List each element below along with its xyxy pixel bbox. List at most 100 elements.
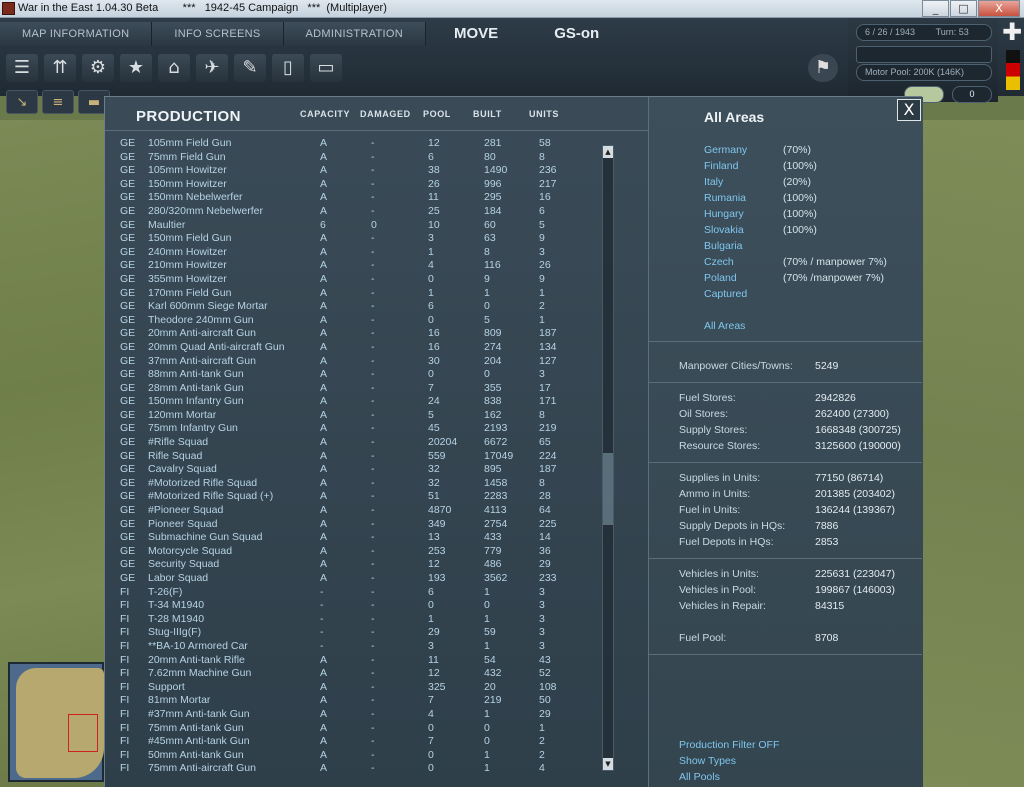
area-item[interactable]: Italy (20%) [704, 176, 914, 192]
production-row[interactable]: GE Rifle Squad A - 559 17049 224 [105, 450, 601, 464]
scroll-up-arrow[interactable]: ▲ [603, 146, 613, 158]
production-filter-toggle[interactable]: Production Filter OFF [679, 739, 779, 751]
production-row[interactable]: GE 20mm Anti-aircraft Gun A - 16 809 187 [105, 327, 601, 341]
hq-icon[interactable]: ⌂ [158, 54, 190, 82]
production-row[interactable]: GE 105mm Howitzer A - 38 1490 236 [105, 164, 601, 178]
tab-map-information[interactable]: MAP INFORMATION [0, 22, 153, 46]
production-row[interactable]: FI Support A - 325 20 108 [105, 681, 601, 695]
production-row[interactable]: GE Pioneer Squad A - 349 2754 225 [105, 518, 601, 532]
production-row[interactable]: GE 150mm Infantry Gun A - 24 838 171 [105, 395, 601, 409]
production-row[interactable]: GE #Rifle Squad A - 20204 6672 65 [105, 436, 601, 450]
area-item[interactable]: Hungary (100%) [704, 208, 914, 224]
production-row[interactable]: FI 20mm Anti-tank Rifle A - 11 54 43 [105, 654, 601, 668]
production-row[interactable]: FI **BA-10 Armored Car - - 3 1 3 [105, 640, 601, 654]
tab-info-screens[interactable]: INFO SCREENS [152, 22, 284, 46]
notes-icon[interactable]: ▭ [310, 54, 342, 82]
list-icon[interactable]: ☰ [6, 54, 38, 82]
area-name[interactable]: Slovakia [704, 224, 744, 236]
rail-icon[interactable]: ✎ [234, 54, 266, 82]
production-row[interactable]: GE 150mm Nebelwerfer A - 11 295 16 [105, 191, 601, 205]
area-name[interactable]: Finland [704, 160, 738, 172]
production-row[interactable]: GE 105mm Field Gun A - 12 281 58 [105, 137, 601, 151]
area-name[interactable]: Hungary [704, 208, 744, 220]
arrows-icon[interactable]: ⇈ [44, 54, 76, 82]
minimap-viewport[interactable] [68, 714, 98, 752]
infantry-icon[interactable]: ↘ [6, 90, 38, 114]
production-scrollbar[interactable]: ▲ ▼ [602, 145, 614, 771]
production-row[interactable]: GE 240mm Howitzer A - 1 8 3 [105, 246, 601, 260]
production-row[interactable]: GE 75mm Field Gun A - 6 80 8 [105, 151, 601, 165]
area-name[interactable]: Captured [704, 288, 747, 300]
area-item[interactable]: Poland (70% /manpower 7%) [704, 272, 914, 288]
air-icon[interactable]: ✈ [196, 54, 228, 82]
production-row[interactable]: GE 120mm Mortar A - 5 162 8 [105, 409, 601, 423]
production-row[interactable]: FI 75mm Anti-aircraft Gun A - 0 1 4 [105, 762, 601, 771]
area-item[interactable]: Czech (70% / manpower 7%) [704, 256, 914, 272]
scroll-down-arrow[interactable]: ▼ [603, 758, 613, 770]
production-row[interactable]: GE Theodore 240mm Gun A - 0 5 1 [105, 314, 601, 328]
close-button[interactable]: X [897, 99, 921, 121]
production-row[interactable]: GE #Motorized Rifle Squad A - 32 1458 8 [105, 477, 601, 491]
production-row[interactable]: GE Cavalry Squad A - 32 895 187 [105, 463, 601, 477]
production-row[interactable]: FI T-28 M1940 - - 1 1 3 [105, 613, 601, 627]
move-mode-button[interactable]: MOVE [426, 22, 526, 46]
area-name[interactable]: Czech [704, 256, 734, 268]
production-row[interactable]: GE Submachine Gun Squad A - 13 433 14 [105, 531, 601, 545]
gear-icon[interactable]: ⚙ [82, 54, 114, 82]
built-header[interactable]: BUILT [473, 109, 502, 119]
area-item[interactable]: Finland (100%) [704, 160, 914, 176]
star-icon[interactable]: ★ [120, 54, 152, 82]
production-row[interactable]: GE 75mm Infantry Gun A - 45 2193 219 [105, 422, 601, 436]
area-name[interactable]: Bulgaria [704, 240, 743, 252]
production-row[interactable]: GE 37mm Anti-aircraft Gun A - 30 204 127 [105, 355, 601, 369]
production-row[interactable]: FI #37mm Anti-tank Gun A - 4 1 29 [105, 708, 601, 722]
area-name[interactable]: Rumania [704, 192, 746, 204]
production-row[interactable]: GE Karl 600mm Siege Mortar A - 6 0 2 [105, 300, 601, 314]
production-row[interactable]: GE Security Squad A - 12 486 29 [105, 558, 601, 572]
area-name[interactable]: Poland [704, 272, 737, 284]
capacity-header[interactable]: CAPACITY [300, 109, 350, 119]
production-row[interactable]: GE 150mm Howitzer A - 26 996 217 [105, 178, 601, 192]
production-list[interactable]: GE 105mm Field Gun A -12 281 58 GE 75mm Field G… [105, 137, 601, 771]
production-row[interactable]: GE 170mm Field Gun A - 1 1 1 [105, 287, 601, 301]
production-row[interactable]: FI 7.62mm Machine Gun A - 12 432 52 [105, 667, 601, 681]
flag-icon[interactable]: ⚑ [808, 54, 838, 82]
scroll-thumb[interactable] [603, 453, 613, 525]
all-areas-link[interactable]: All Areas [704, 320, 745, 332]
production-row[interactable]: FI T-26(F) - - 6 1 3 [105, 586, 601, 600]
area-item[interactable]: Bulgaria [704, 240, 914, 256]
units-header[interactable]: UNITS [529, 109, 559, 119]
production-row[interactable]: FI 75mm Anti-tank Gun A - 0 0 1 [105, 722, 601, 736]
minimize-button[interactable]: _ [922, 0, 949, 17]
maximize-button[interactable]: □ [950, 0, 977, 17]
counter-box[interactable]: 0 [952, 86, 992, 103]
area-name[interactable]: Germany [704, 144, 747, 156]
minimap[interactable] [8, 662, 104, 782]
map-area-right[interactable] [922, 120, 1024, 787]
production-row[interactable]: GE 88mm Anti-tank Gun A - 0 0 3 [105, 368, 601, 382]
production-row[interactable]: GE Labor Squad A - 193 3562 233 [105, 572, 601, 586]
production-row[interactable]: GE 150mm Field Gun A - 3 63 9 [105, 232, 601, 246]
show-types-toggle[interactable]: Show Types [679, 755, 736, 767]
gs-toggle-button[interactable]: GS-on [526, 22, 627, 46]
tab-administration[interactable]: ADMINISTRATION [283, 22, 426, 46]
production-row[interactable]: FI 81mm Mortar A - 7 219 50 [105, 694, 601, 708]
area-item[interactable]: Rumania (100%) [704, 192, 914, 208]
production-row[interactable]: GE 355mm Howitzer A - 0 9 9 [105, 273, 601, 287]
report-icon[interactable]: ▯ [272, 54, 304, 82]
area-item[interactable]: Captured [704, 288, 914, 304]
production-row[interactable]: FI T-34 M1940 - - 0 0 3 [105, 599, 601, 613]
area-item[interactable]: Germany (70%) [704, 144, 914, 160]
production-row[interactable]: FI 50mm Anti-tank Gun A - 0 1 2 [105, 749, 601, 763]
damaged-header[interactable]: DAMAGED [360, 109, 411, 119]
pool-header[interactable]: POOL [423, 109, 451, 119]
area-name[interactable]: Italy [704, 176, 723, 188]
production-row[interactable]: FI Stug-IIIg(F) - - 29 59 3 [105, 626, 601, 640]
production-row[interactable]: GE Maultier 6 0 10 60 5 [105, 219, 601, 233]
production-row[interactable]: GE 210mm Howitzer A - 4 116 26 [105, 259, 601, 273]
production-row[interactable]: GE 20mm Quad Anti-aircraft Gun A - 16 274 134 [105, 341, 601, 355]
production-row[interactable]: GE #Motorized Rifle Squad (+) A - 51 2283 28 [105, 490, 601, 504]
production-row[interactable]: GE 28mm Anti-tank Gun A - 7 355 17 [105, 382, 601, 396]
artillery-icon[interactable]: ≡ [42, 90, 74, 114]
production-row[interactable]: GE #Pioneer Squad A - 4870 4113 64 [105, 504, 601, 518]
